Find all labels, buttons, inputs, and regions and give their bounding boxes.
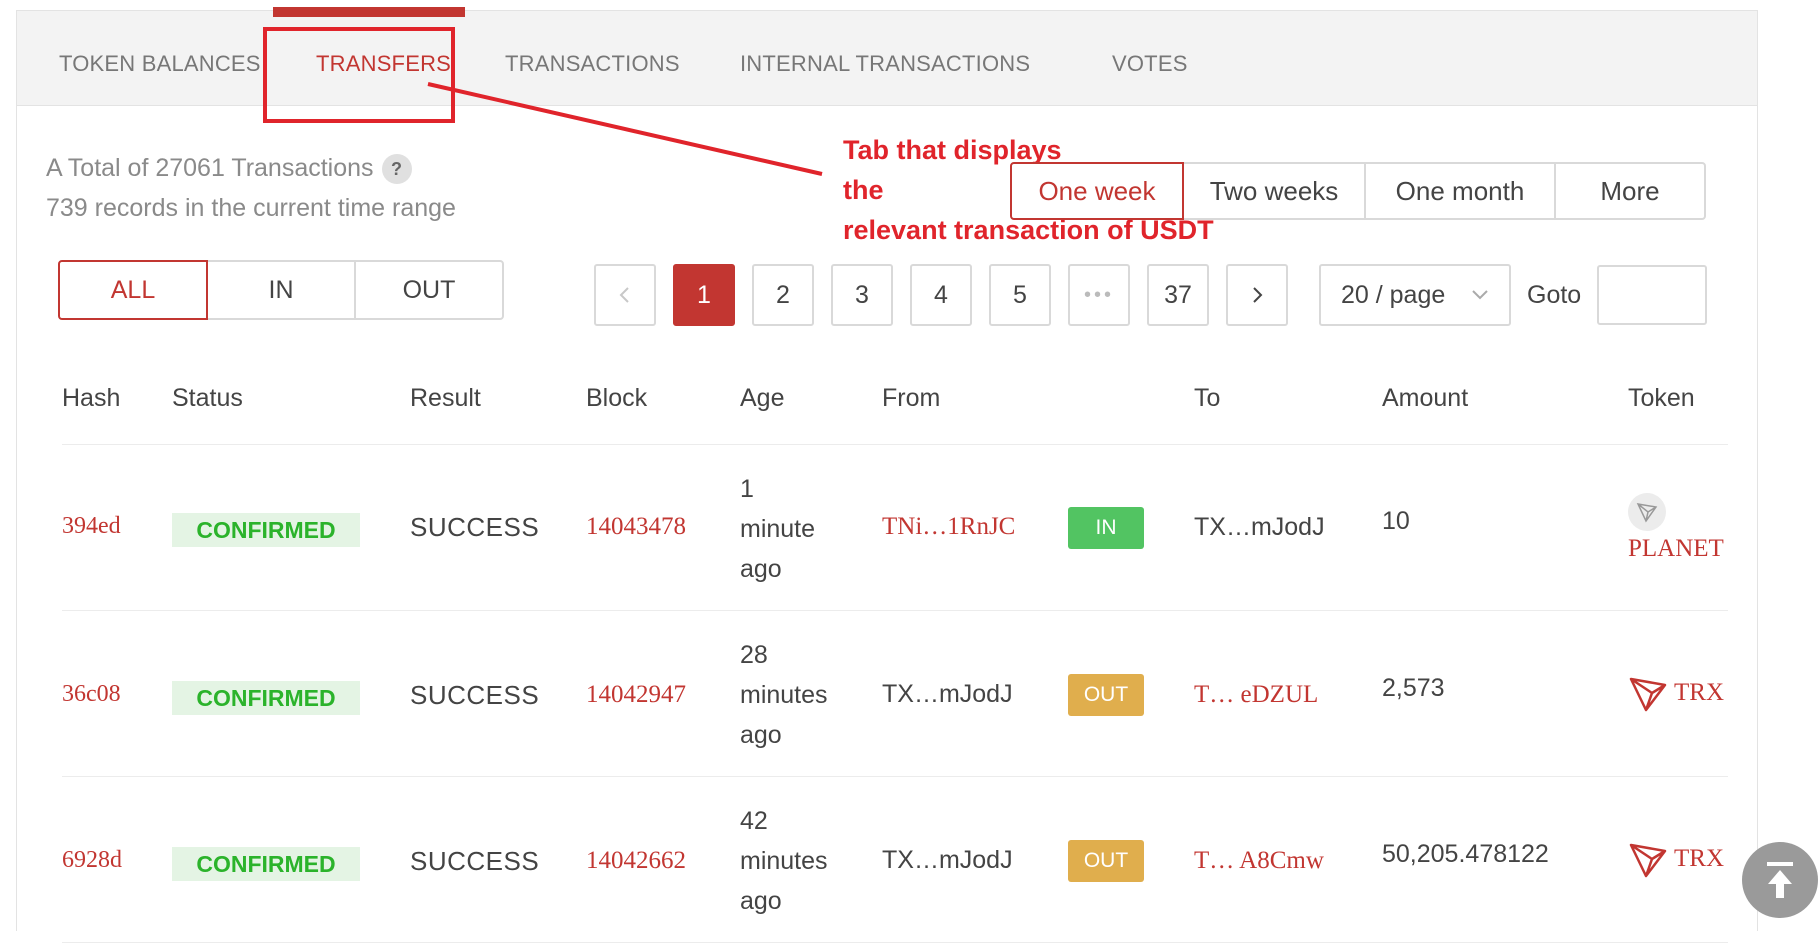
arrow-up-icon (1767, 862, 1793, 898)
range-one-week[interactable]: One week (1010, 162, 1184, 220)
back-to-top-button[interactable] (1742, 842, 1818, 918)
filter-all[interactable]: ALL (58, 260, 208, 320)
